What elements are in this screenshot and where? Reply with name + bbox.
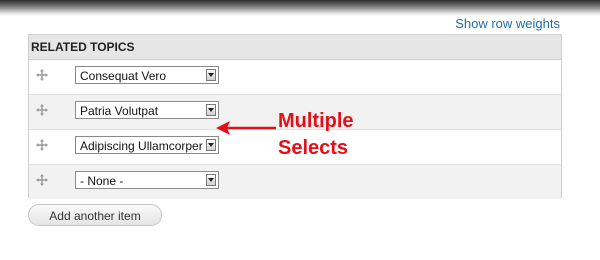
topic-select-value: Patria Volutpat — [80, 104, 159, 118]
chevron-down-icon — [206, 174, 216, 186]
topic-select-value: - None - — [80, 174, 124, 188]
annotation-line-1: Multiple — [278, 110, 354, 132]
topic-select[interactable]: Consequat Vero — [75, 66, 219, 84]
drag-handle-icon[interactable] — [35, 173, 49, 187]
topic-select[interactable]: Patria Volutpat — [75, 101, 219, 119]
drag-handle-icon[interactable] — [35, 138, 49, 152]
chevron-down-icon — [206, 104, 216, 116]
add-another-item-button[interactable]: Add another item — [28, 204, 162, 226]
drag-handle-icon[interactable] — [35, 68, 49, 82]
top-shadow-bar — [0, 0, 600, 16]
annotation-line-2: Selects — [278, 137, 349, 159]
show-row-weights-link[interactable]: Show row weights — [455, 16, 560, 31]
table-row: Consequat Vero — [29, 60, 561, 95]
related-topics-header: RELATED TOPICS — [29, 35, 561, 60]
annotation-label: Multiple Selects — [278, 108, 354, 162]
drag-handle-icon[interactable] — [35, 103, 49, 117]
chevron-down-icon — [206, 69, 216, 81]
chevron-down-icon — [206, 139, 216, 151]
topic-select[interactable]: Adipiscing Ullamcorper — [75, 136, 219, 154]
topic-select-value: Consequat Vero — [80, 69, 167, 83]
table-row: - None - — [29, 165, 561, 199]
topic-select-value: Adipiscing Ullamcorper — [80, 139, 203, 153]
arrow-left-icon — [216, 121, 276, 135]
topic-select[interactable]: - None - — [75, 171, 219, 189]
